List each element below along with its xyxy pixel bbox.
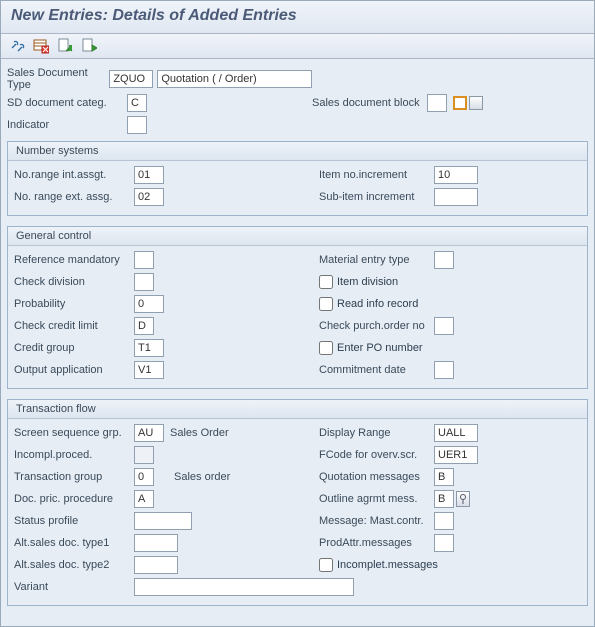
no-range-ext-label: No. range ext. assg.: [14, 191, 134, 203]
prodattr-label: ProdAttr.messages: [319, 537, 434, 549]
sales-doc-type-label: Sales Document Type: [7, 67, 109, 91]
group-title: Transaction flow: [8, 400, 587, 419]
check-div-input[interactable]: [134, 273, 154, 291]
enter-po-checkbox[interactable]: [319, 341, 333, 355]
check-po-label: Check purch.order no: [319, 320, 434, 332]
trans-grp-input[interactable]: [134, 468, 154, 486]
check-credit-label: Check credit limit: [14, 320, 134, 332]
quot-msg-input[interactable]: [434, 468, 454, 486]
outline-msg-input[interactable]: [434, 490, 454, 508]
status-prof-label: Status profile: [14, 515, 134, 527]
doc-pric-input[interactable]: [134, 490, 154, 508]
page-new-icon[interactable]: [57, 38, 73, 54]
f4-help-icon[interactable]: [456, 491, 470, 507]
group-general-control: General control Reference mandatory Mate…: [7, 226, 588, 389]
sales-doc-block-input[interactable]: [427, 94, 447, 112]
incompl-msg-label: Incomplet.messages: [337, 559, 438, 571]
mat-entry-input[interactable]: [434, 251, 454, 269]
item-incr-input[interactable]: [434, 166, 478, 184]
trans-grp-label: Transaction group: [14, 471, 134, 483]
sales-doc-type-input[interactable]: [109, 70, 153, 88]
disp-range-label: Display Range: [319, 427, 434, 439]
output-app-label: Output application: [14, 364, 134, 376]
item-incr-label: Item no.increment: [319, 169, 434, 181]
ref-mand-label: Reference mandatory: [14, 254, 134, 266]
commit-date-label: Commitment date: [319, 364, 434, 376]
trans-grp-text: Sales order: [174, 471, 230, 483]
f4-help-icon[interactable]: [453, 96, 483, 110]
prob-label: Probability: [14, 298, 134, 310]
group-number-systems: Number systems No.range int.assgt. Item …: [7, 141, 588, 216]
quot-msg-label: Quotation messages: [319, 471, 434, 483]
check-po-input[interactable]: [434, 317, 454, 335]
item-div-checkbox[interactable]: [319, 275, 333, 289]
fcode-label: FCode for overv.scr.: [319, 449, 434, 461]
indicator-input[interactable]: [127, 116, 147, 134]
no-range-int-input[interactable]: [134, 166, 164, 184]
group-title: Number systems: [8, 142, 587, 161]
page-next-icon[interactable]: [81, 38, 97, 54]
incompl-input[interactable]: [134, 446, 154, 464]
doc-pric-label: Doc. pric. procedure: [14, 493, 134, 505]
sub-incr-label: Sub-item increment: [319, 191, 434, 203]
check-credit-input[interactable]: [134, 317, 154, 335]
page-title: New Entries: Details of Added Entries: [1, 1, 594, 34]
msg-mast-input[interactable]: [434, 512, 454, 530]
commit-date-input[interactable]: [434, 361, 454, 379]
no-range-ext-input[interactable]: [134, 188, 164, 206]
check-div-label: Check division: [14, 276, 134, 288]
sd-doc-categ-label: SD document categ.: [7, 97, 127, 109]
incompl-msg-checkbox[interactable]: [319, 558, 333, 572]
enter-po-label: Enter PO number: [337, 342, 423, 354]
read-info-label: Read info record: [337, 298, 418, 310]
table-delete-icon[interactable]: [33, 38, 49, 54]
credit-grp-label: Credit group: [14, 342, 134, 354]
sales-doc-type-desc[interactable]: [157, 70, 312, 88]
alt2-label: Alt.sales doc. type2: [14, 559, 134, 571]
prodattr-input[interactable]: [434, 534, 454, 552]
no-range-int-label: No.range int.assgt.: [14, 169, 134, 181]
alt1-input[interactable]: [134, 534, 178, 552]
item-div-label: Item division: [337, 276, 398, 288]
variant-label: Variant: [14, 581, 134, 593]
indicator-label: Indicator: [7, 119, 127, 131]
alt2-input[interactable]: [134, 556, 178, 574]
group-title: General control: [8, 227, 587, 246]
screen-seq-text: Sales Order: [170, 427, 229, 439]
status-prof-input[interactable]: [134, 512, 192, 530]
incompl-label: Incompl.proced.: [14, 449, 134, 461]
outline-msg-label: Outline agrmt mess.: [319, 493, 434, 505]
screen-seq-label: Screen sequence grp.: [14, 427, 134, 439]
prob-input[interactable]: [134, 295, 164, 313]
screen-seq-input[interactable]: [134, 424, 164, 442]
disp-range-input[interactable]: [434, 424, 478, 442]
alt1-label: Alt.sales doc. type1: [14, 537, 134, 549]
tools-icon[interactable]: [9, 38, 25, 54]
group-transaction-flow: Transaction flow Screen sequence grp. Sa…: [7, 399, 588, 606]
credit-grp-input[interactable]: [134, 339, 164, 357]
fcode-input[interactable]: [434, 446, 478, 464]
toolbar: [1, 34, 594, 59]
sub-incr-input[interactable]: [434, 188, 478, 206]
output-app-input[interactable]: [134, 361, 164, 379]
mat-entry-label: Material entry type: [319, 254, 434, 266]
msg-mast-label: Message: Mast.contr.: [319, 515, 434, 527]
ref-mand-input[interactable]: [134, 251, 154, 269]
variant-input[interactable]: [134, 578, 354, 596]
sales-doc-block-label: Sales document block: [312, 97, 427, 109]
read-info-checkbox[interactable]: [319, 297, 333, 311]
sd-doc-categ-input[interactable]: [127, 94, 147, 112]
